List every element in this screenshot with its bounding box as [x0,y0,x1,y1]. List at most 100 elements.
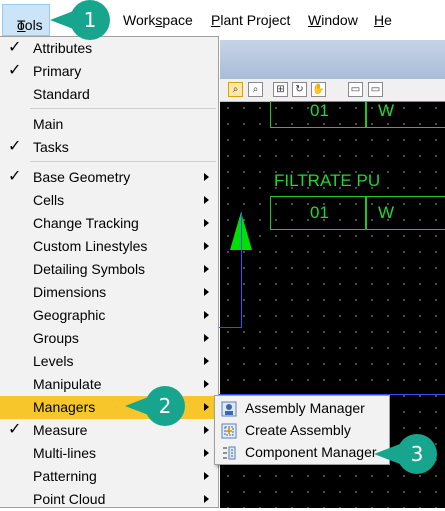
cad-line [241,212,242,328]
menu-item-change-tracking[interactable]: Change Tracking [0,212,218,235]
submenu-item-label: Assembly Manager [245,400,365,416]
menu-separator [30,108,216,109]
menu-item-label: Main [33,116,64,132]
submenu-arrow-icon [204,311,209,319]
cad-text: W [378,101,395,120]
submenu-arrow-icon [204,495,209,503]
menu-item-detailing-symbols[interactable]: Detailing Symbols [0,258,218,281]
menu-item-measure[interactable]: ✓ Measure [0,419,218,442]
create-assembly-icon [221,423,237,439]
next-view-icon[interactable]: ▭ [368,82,383,97]
assembly-manager-icon [221,401,237,417]
tools-menu: ✓ Attributes ✓ Primary Standard Main ✓ Task… [0,36,219,508]
submenu-item-assembly-manager[interactable]: Assembly Manager [215,398,389,420]
menu-item-label: Measure [33,422,88,438]
submenu-item-label: Component Manager [245,444,377,460]
menu-item-primary[interactable]: ✓ Primary [0,60,218,83]
menu-label: ools [17,17,43,33]
menu-label: Work [123,12,156,28]
submenu-item-label: Create Assembly [245,422,351,438]
menu-item-label: Multi-lines [33,445,97,461]
menu-item-label: Base Geometry [33,169,131,185]
menu-item-label: Manipulate [33,376,102,392]
menu-item-geographic[interactable]: Geographic [0,304,218,327]
menu-item-manipulate[interactable]: Manipulate [0,373,218,396]
menu-item-standard[interactable]: Standard [0,83,218,106]
menu-item-label: Standard [33,86,90,102]
menu-tools[interactable]: Tools [2,4,50,36]
view-toolbar: ⌕ ⌕ ⊞ ↻ ✋ ▭ ▭ [220,79,445,102]
submenu-arrow-icon [204,472,209,480]
submenu-arrow-icon [204,173,209,181]
menu-item-levels[interactable]: Levels [0,350,218,373]
submenu-arrow-icon [204,265,209,273]
cad-text: W [378,203,395,222]
callout-badge-3: 3 [397,434,437,474]
menu-item-label: Change Tracking [33,215,139,231]
check-icon: ✓ [8,62,22,79]
menu-plant-project[interactable]: Plant Project [211,11,290,29]
menu-item-tasks[interactable]: ✓ Tasks [0,136,218,159]
menu-item-label: Attributes [33,40,93,56]
submenu-arrow-icon [204,357,209,365]
menu-item-dimensions[interactable]: Dimensions [0,281,218,304]
menu-label: pace [162,12,193,28]
menu-workspace[interactable]: Workspace [123,11,193,29]
menu-item-label: Geographic [33,307,106,323]
previous-view-icon[interactable]: ▭ [348,82,363,97]
cad-text: FILTRATE PU [274,171,381,190]
menu-item-label: Custom Linestyles [33,238,148,254]
view-title-bar [220,36,445,79]
menu-item-label: Cells [33,192,65,208]
menu-window[interactable]: Window [308,11,358,29]
pan-icon[interactable]: ✋ [311,82,326,97]
callout-badge-2: 2 [145,386,185,426]
menu-label: H [374,12,385,28]
menu-separator [30,161,216,162]
menu-item-managers[interactable]: Managers [0,396,218,419]
menu-label: lant Project [220,12,291,28]
menu-item-label: Levels [33,353,74,369]
rotate-view-icon[interactable]: ↻ [292,82,307,97]
submenu-arrow-icon [204,334,209,342]
menu-item-custom-linestyles[interactable]: Custom Linestyles [0,235,218,258]
menu-item-label: Detailing Symbols [33,261,146,277]
menu-label: indow [321,12,358,28]
menu-item-label: Primary [33,63,82,79]
cad-text: 01 [310,101,329,120]
menu-item-label: Dimensions [33,284,107,300]
submenu-arrow-icon [204,426,209,434]
submenu-arrow-icon [204,242,209,250]
menu-label: P [211,12,221,28]
check-icon: ✓ [8,138,22,155]
menu-label: e [384,12,392,28]
menu-item-base-geometry[interactable]: ✓ Base Geometry [0,166,218,189]
submenu-item-create-assembly[interactable]: Create Assembly [215,420,389,442]
menu-item-multi-lines[interactable]: Multi-lines [0,442,218,465]
menu-item-groups[interactable]: Groups [0,327,218,350]
submenu-arrow-icon [204,380,209,388]
submenu-arrow-icon [204,449,209,457]
submenu-arrow-icon [204,219,209,227]
menu-help[interactable]: He [374,11,392,29]
menu-item-label: Point Cloud [33,491,106,507]
zoom-icon[interactable]: ⌕ [228,82,243,97]
menu-label: W [308,12,322,28]
submenu-arrow-icon [204,196,209,204]
fit-view-icon[interactable]: ⊞ [273,82,288,97]
menu-item-label: Tasks [33,139,69,155]
menu-item-patterning[interactable]: Patterning [0,465,218,488]
submenu-item-component-manager[interactable]: Component Manager [215,442,389,464]
check-icon: ✓ [8,421,22,438]
submenu-arrow-icon [204,288,209,296]
check-icon: ✓ [8,39,22,56]
menu-item-label: Managers [33,399,96,415]
cad-text: 01 [310,203,329,222]
callout-badge-1: 1 [70,0,110,40]
menu-item-attributes[interactable]: ✓ Attributes [0,37,218,60]
zoom-out-icon[interactable]: ⌕ [248,82,263,97]
menu-item-cells[interactable]: Cells [0,189,218,212]
check-icon: ✓ [8,168,22,185]
menu-item-main[interactable]: Main [0,113,218,136]
submenu-arrow-icon [204,403,209,411]
